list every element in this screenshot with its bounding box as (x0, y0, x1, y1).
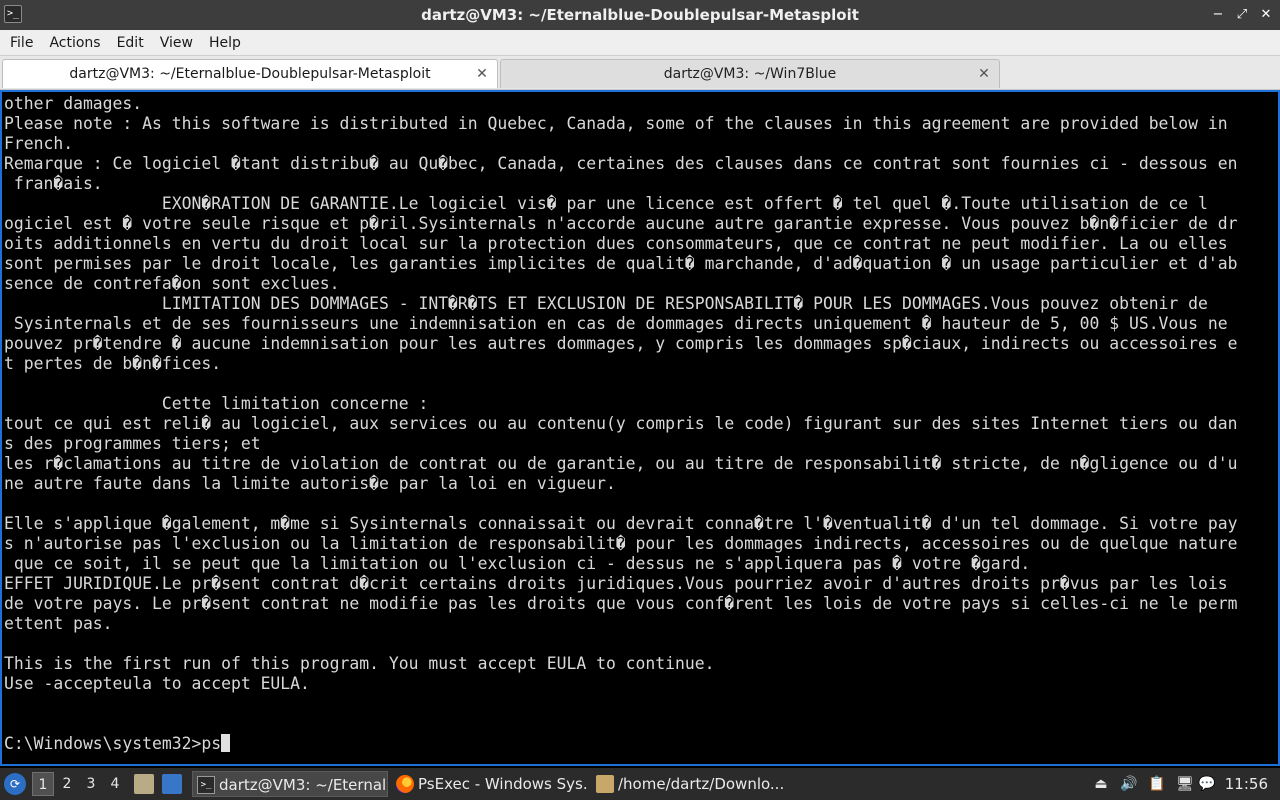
task-label: PsExec - Windows Sys... (418, 775, 588, 793)
terminal-line: other damages. (4, 94, 143, 113)
network-icon[interactable]: 🖥 (1176, 775, 1194, 793)
terminal-view[interactable]: other damages. Please note : As this soft… (0, 90, 1280, 766)
menu-help[interactable]: Help (201, 30, 249, 56)
terminal-line: Sysinternals et de ses fournisseurs une … (4, 314, 1228, 333)
terminal-line: ogiciel est � votre seule risque et p�ri… (4, 214, 1238, 233)
file-manager-icon[interactable] (134, 774, 154, 794)
close-icon[interactable]: ✕ (475, 60, 489, 89)
terminal-line: EFFET JURIDIQUE.Le pr�sent contrat d�cri… (4, 574, 1228, 593)
clipboard-icon[interactable]: 📋 (1148, 775, 1166, 793)
eject-icon[interactable]: ⏏ (1092, 775, 1110, 793)
terminal-line: Elle s'applique �galement, m�me si Sysin… (4, 514, 1238, 533)
system-tray: ⏏ 🔊 📋 🖥 💬 11:56 (1080, 768, 1280, 800)
window-controls: − ⤢ ✕ (1210, 0, 1274, 30)
workspace-1[interactable]: 1 (32, 772, 54, 796)
firefox-icon (396, 775, 414, 793)
task-label: /home/dartz/Downlo... (618, 775, 785, 793)
tab-eternalblue[interactable]: dartz@VM3: ~/Eternalblue-Doublepulsar-Me… (2, 59, 498, 88)
terminal-line: pouvez pr�tendre � aucune indemnisation … (4, 334, 1238, 353)
start-menu-icon[interactable]: ⟳ (4, 773, 26, 795)
terminal-line: de votre pays. Le pr�sent contrat ne mod… (4, 594, 1238, 613)
tab-label: dartz@VM3: ~/Win7Blue (663, 66, 837, 82)
clock[interactable]: 11:56 (1225, 768, 1268, 800)
menu-file[interactable]: File (2, 30, 41, 56)
terminal-line: ne autre faute dans la limite autoris�e … (4, 474, 616, 493)
tab-bar: dartz@VM3: ~/Eternalblue-Doublepulsar-Me… (0, 56, 1280, 90)
terminal-line: t pertes de b�n�fices. (4, 354, 222, 373)
terminal-line: French. (4, 134, 74, 153)
terminal-line: sence de contrefa�on sont exclues. (4, 274, 340, 293)
terminal-line: Cette limitation concerne : (4, 394, 429, 413)
notification-icon[interactable]: 💬 (1198, 775, 1216, 793)
workspace-3[interactable]: 3 (80, 772, 102, 796)
folder-icon (596, 775, 614, 793)
terminal-line: s des programmes tiers; et (4, 434, 261, 453)
task-file-manager[interactable]: /home/dartz/Downlo... (592, 771, 788, 797)
menu-edit[interactable]: Edit (109, 30, 152, 56)
tab-label: dartz@VM3: ~/Eternalblue-Doublepulsar-Me… (69, 66, 431, 82)
text-cursor (221, 734, 231, 752)
terminal-line: les r�clamations au titre de violation d… (4, 454, 1238, 473)
terminal-line: s n'autorise pas l'exclusion ou la limit… (4, 534, 1238, 553)
close-icon[interactable]: ✕ (977, 60, 991, 89)
menu-bar: File Actions Edit View Help (0, 30, 1280, 56)
task-firefox[interactable]: PsExec - Windows Sys... (392, 771, 588, 797)
terminal-icon: >_ (197, 776, 215, 794)
terminal-line: EXON�RATION DE GARANTIE.Le logiciel vis�… (4, 194, 1208, 213)
workspace-4[interactable]: 4 (104, 772, 126, 796)
menu-actions[interactable]: Actions (41, 30, 108, 56)
workspace-switcher: 1 2 3 4 (32, 772, 126, 796)
minimize-icon[interactable]: − (1210, 7, 1226, 23)
terminal-line: que ce soit, il se peut que la limitatio… (4, 554, 1031, 573)
terminal-line: Remarque : Ce logiciel �tant distribu� a… (4, 154, 1238, 173)
scrollbar[interactable] (1260, 92, 1278, 764)
tab-win7blue[interactable]: dartz@VM3: ~/Win7Blue ✕ (500, 59, 1000, 88)
volume-icon[interactable]: 🔊 (1120, 775, 1138, 793)
terminal-line: Use -accepteula to accept EULA. (4, 674, 310, 693)
show-desktop-icon[interactable] (162, 774, 182, 794)
window-titlebar[interactable]: >_ dartz@VM3: ~/Eternalblue-Doublepulsar… (0, 0, 1280, 30)
terminal-line: ettent pas. (4, 614, 113, 633)
terminal-line: LIMITATION DES DOMMAGES - INT�R�TS ET EX… (4, 294, 1208, 313)
window-title: dartz@VM3: ~/Eternalblue-Doublepulsar-Me… (421, 6, 859, 24)
close-icon[interactable]: ✕ (1258, 7, 1274, 23)
workspace-2[interactable]: 2 (56, 772, 78, 796)
terminal-line: oits additionnels en vertu du droit loca… (4, 234, 1228, 253)
terminal-line: fran�ais. (4, 174, 103, 193)
task-label: dartz@VM3: ~/Eternal... (219, 776, 388, 794)
menu-view[interactable]: View (152, 30, 201, 56)
terminal-line: Please note : As this software is distri… (4, 114, 1228, 133)
terminal-output: other damages. Please note : As this soft… (4, 94, 1260, 754)
prompt-text: C:\Windows\system32>ps (4, 734, 222, 753)
maximize-icon[interactable]: ⤢ (1234, 7, 1250, 23)
command-prompt[interactable]: C:\Windows\system32>ps (4, 734, 1260, 754)
terminal-line: tout ce qui est reli� au logiciel, aux s… (4, 414, 1238, 433)
terminal-line: sont permises par le droit locale, les g… (4, 254, 1238, 273)
taskbar: ⟳ 1 2 3 4 >_ dartz@VM3: ~/Eternal... PsE… (0, 768, 1280, 800)
task-terminal[interactable]: >_ dartz@VM3: ~/Eternal... (192, 771, 388, 797)
terminal-line: This is the first run of this program. Y… (4, 654, 715, 673)
